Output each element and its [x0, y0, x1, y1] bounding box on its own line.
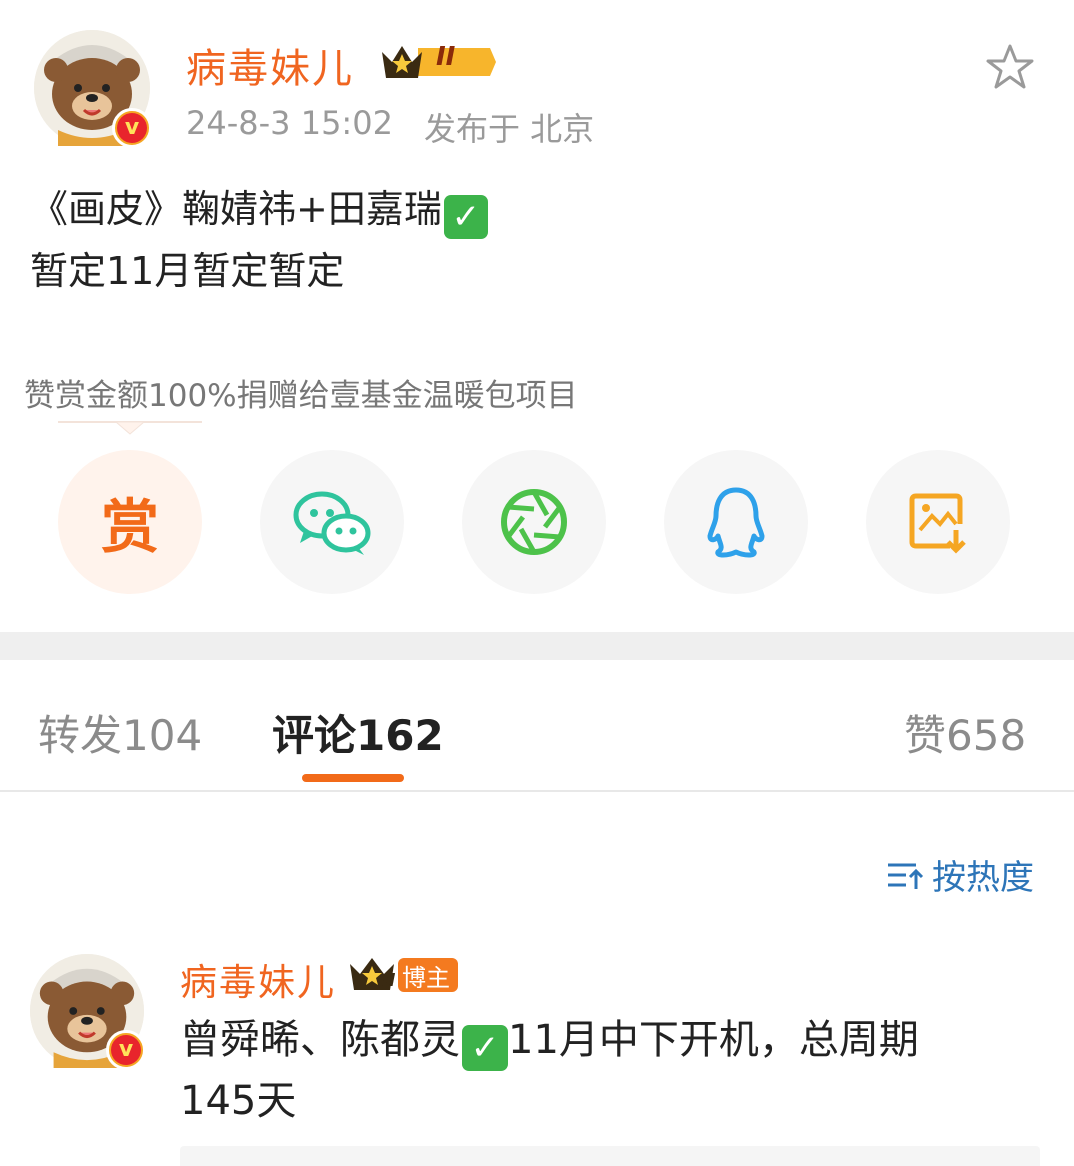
tab-comment-count: 162: [356, 711, 444, 760]
comment-body: 曾舜晞、陈都灵 ✓ 11月中下开机，总周期 145天: [180, 1010, 1040, 1131]
reward-icon: 赏: [100, 493, 159, 561]
verified-badge: v: [112, 108, 152, 148]
comment-line-1: 曾舜晞、陈都灵 ✓ 11月中下开机，总周期: [180, 1010, 1040, 1071]
sort-icon: [888, 863, 924, 889]
tab-like-count: 658: [946, 711, 1027, 760]
comment-author-name[interactable]: 病毒妹儿: [180, 952, 336, 1006]
comment-preview-bar: [180, 1146, 1040, 1166]
tab-comment-label: 评论: [272, 711, 357, 760]
comment-text-part1: 曾舜晞、陈都灵: [180, 1017, 460, 1063]
share-moments-button[interactable]: [462, 450, 606, 594]
comment-line-2: 145天: [180, 1078, 297, 1124]
comment-crown-badge: II 博主: [348, 956, 460, 994]
active-tab-indicator: [302, 774, 404, 782]
sort-toggle[interactable]: 按热度: [886, 850, 1034, 899]
tab-repost-count: 104: [122, 711, 203, 760]
wechat-icon: [293, 491, 371, 555]
share-qq-button[interactable]: [664, 450, 808, 594]
moments-icon: [501, 489, 567, 555]
post-line-2: 暂定11月暂定暂定: [30, 249, 345, 293]
tab-repost[interactable]: 转发104: [38, 702, 202, 763]
check-mark-icon: ✓: [443, 195, 488, 239]
post-body: 《画皮》鞠婧祎+田嘉瑞 ✓ 暂定11月暂定暂定: [30, 178, 488, 302]
reward-button[interactable]: 赏: [58, 450, 202, 594]
check-mark-icon: ✓: [462, 1025, 508, 1071]
author-name[interactable]: 病毒妹儿: [186, 36, 354, 94]
post-location: 发布于 北京: [424, 110, 595, 148]
favorite-button[interactable]: [984, 42, 1036, 94]
tab-repost-label: 转发: [38, 711, 123, 760]
post-date: 24-8-3 15:02: [186, 104, 393, 142]
author-avatar[interactable]: v: [34, 30, 152, 148]
section-separator: [0, 632, 1074, 660]
crown-badge: II: [378, 40, 496, 84]
crown-level: II: [436, 42, 456, 72]
verified-badge: v: [106, 1030, 146, 1070]
tab-like[interactable]: 赞658: [904, 702, 1026, 763]
post-line-1-text: 《画皮》鞠婧祎+田嘉瑞: [30, 187, 442, 231]
donate-note: 赞赏金额100%捐赠给壹基金温暖包项目: [24, 378, 578, 414]
comment-text-part2: 11月中下开机，总周期: [508, 1017, 919, 1063]
share-wechat-button[interactable]: [260, 450, 404, 594]
comment-crown-level: II: [382, 970, 396, 991]
donate-pointer: [58, 420, 202, 436]
qq-icon: [707, 487, 765, 558]
tab-like-label: 赞: [904, 711, 947, 760]
comment-avatar[interactable]: v: [30, 954, 146, 1070]
blogger-badge: 博主: [398, 958, 458, 992]
star-outline-icon: [986, 44, 1034, 89]
sort-label: 按热度: [932, 858, 1034, 898]
tab-comment[interactable]: 评论162: [272, 702, 444, 763]
save-image-button[interactable]: [866, 450, 1010, 594]
save-image-icon: [909, 493, 966, 554]
post-line-1: 《画皮》鞠婧祎+田嘉瑞 ✓: [30, 178, 488, 240]
tabs-divider: [0, 790, 1074, 792]
